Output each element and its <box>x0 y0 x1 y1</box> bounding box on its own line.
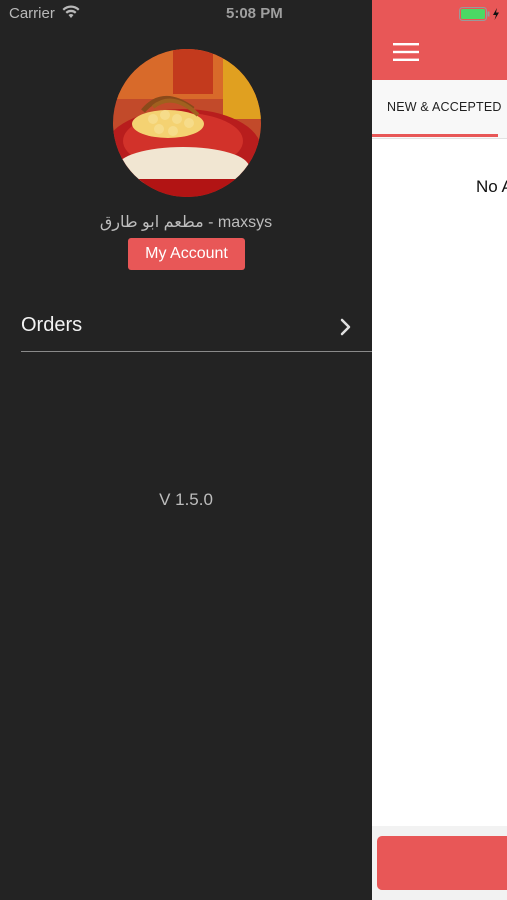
menu-item-label: Orders <box>21 314 83 336</box>
app-version: V 1.5.0 <box>159 490 213 509</box>
restaurant-avatar[interactable] <box>113 49 261 197</box>
wifi-icon <box>62 5 80 18</box>
my-account-button[interactable]: My Account <box>128 238 245 270</box>
empty-orders-message: No A <box>476 177 507 196</box>
chevron-right-icon <box>340 318 351 336</box>
active-tab-indicator <box>372 134 498 137</box>
navigation-drawer: مطعم ابو طارق - maxsys My Account Orders… <box>0 0 372 900</box>
battery-icon <box>459 7 499 21</box>
status-bar: Carrier 5:08 PM <box>0 0 507 28</box>
menu-item-orders[interactable]: Orders <box>21 302 372 352</box>
clock: 5:08 PM <box>226 5 283 22</box>
food-image <box>113 49 261 197</box>
bottom-action-button[interactable] <box>377 836 507 890</box>
orders-screen: NEW & ACCEPTED No A <box>372 0 507 900</box>
tab-new-accepted[interactable]: NEW & ACCEPTED <box>387 100 502 114</box>
carrier-label: Carrier <box>9 5 55 22</box>
hamburger-menu-icon[interactable] <box>393 43 419 61</box>
restaurant-name: مطعم ابو طارق - maxsys <box>99 214 273 231</box>
tab-bar: NEW & ACCEPTED <box>372 80 507 139</box>
